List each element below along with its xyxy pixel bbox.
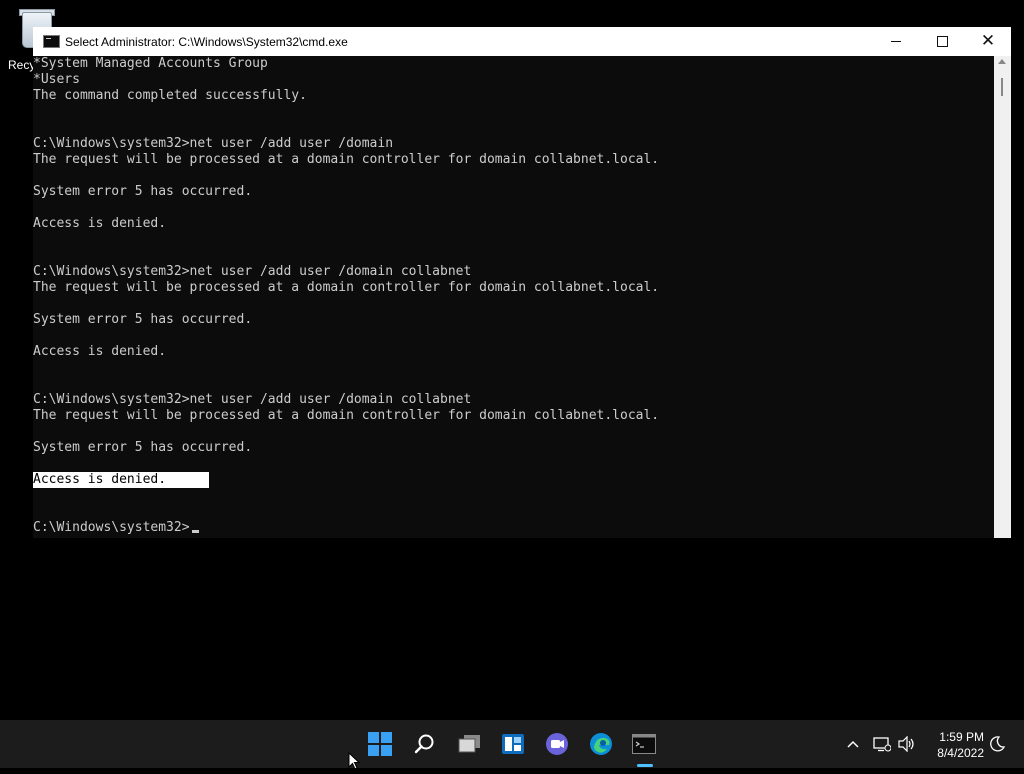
console-line: The request will be processed at a domai…	[33, 408, 994, 424]
console-line-text: C:\Windows\system32>net user /add user /…	[33, 392, 472, 407]
console-line: System error 5 has occurred.	[33, 184, 994, 200]
widgets-icon[interactable]	[501, 732, 525, 756]
window-title: Select Administrator: C:\Windows\System3…	[65, 34, 348, 49]
console-line: The request will be processed at a domai…	[33, 280, 994, 296]
text-cursor	[191, 530, 199, 533]
mouse-cursor-icon	[348, 751, 361, 774]
console-line-text: The request will be processed at a domai…	[33, 408, 660, 423]
search-icon[interactable]	[413, 732, 437, 756]
minimize-button[interactable]	[873, 27, 919, 56]
console-line-text: The command completed successfully.	[33, 88, 307, 103]
console-line: *System Managed Accounts Group	[33, 56, 994, 72]
close-button[interactable]: ✕	[965, 27, 1011, 56]
console-line-text: *System Managed Accounts Group	[33, 56, 268, 71]
console-line-text: The request will be processed at a domai…	[33, 152, 660, 167]
console-line-text: C:\Windows\system32>	[33, 520, 190, 535]
console-line-text: C:\Windows\system32>net user /add user /…	[33, 136, 394, 151]
console-line: System error 5 has occurred.	[33, 312, 994, 328]
start-icon[interactable]	[368, 732, 392, 756]
console-line: C:\Windows\system32>net user /add user /…	[33, 264, 994, 280]
focus-assist-icon[interactable]	[989, 720, 1005, 768]
console-line-text: System error 5 has occurred.	[33, 440, 253, 455]
minimize-icon	[891, 41, 901, 42]
volume-icon[interactable]	[898, 720, 916, 768]
scroll-up-arrow-icon[interactable]	[998, 59, 1006, 64]
console-line-text: Access is denied.	[33, 216, 167, 231]
console-line-text: System error 5 has occurred.	[33, 184, 253, 199]
close-icon: ✕	[980, 31, 996, 51]
network-icon[interactable]	[873, 720, 891, 768]
system-clock[interactable]: 1:59 PM 8/4/2022	[918, 729, 984, 761]
console-line: Access is denied.	[33, 216, 994, 232]
chat-icon[interactable]	[545, 732, 569, 756]
task-view-icon[interactable]	[458, 732, 482, 756]
clock-date: 8/4/2022	[937, 746, 984, 760]
console-line: C:\Windows\system32>	[33, 520, 994, 536]
recycle-bin-label: Recy	[8, 58, 36, 72]
console-line: System error 5 has occurred.	[33, 440, 994, 456]
chevron-up-icon[interactable]	[846, 720, 860, 768]
title-bar[interactable]: Select Administrator: C:\Windows\System3…	[33, 27, 1011, 56]
cmd-app-icon[interactable]	[43, 35, 60, 48]
maximize-button[interactable]	[919, 27, 965, 56]
console-line-text: The request will be processed at a domai…	[33, 280, 660, 295]
console-line-text: System error 5 has occurred.	[33, 312, 253, 327]
console-line-text: C:\Windows\system32>net user /add user /…	[33, 264, 472, 279]
edge-icon[interactable]	[589, 732, 613, 756]
console-line: Access is denied.	[33, 344, 994, 360]
console-line: C:\Windows\system32>net user /add user /…	[33, 392, 994, 408]
console-line: Access is denied.	[33, 472, 994, 488]
console-line: The request will be processed at a domai…	[33, 152, 994, 168]
console-line-text: Access is denied.	[33, 344, 167, 359]
console-line-text: *Users	[33, 72, 80, 87]
console-line: *Users	[33, 72, 994, 88]
active-app-indicator	[637, 764, 653, 767]
console-line: The command completed successfully.	[33, 88, 994, 104]
vertical-scrollbar[interactable]	[994, 56, 1011, 538]
taskbar: 1:59 PM 8/4/2022	[0, 720, 1024, 768]
console-output[interactable]: *System Managed Accounts Group *Users The …	[33, 56, 994, 538]
maximize-icon	[936, 36, 948, 47]
scroll-thumb[interactable]	[1001, 78, 1003, 96]
cmd-window[interactable]: Select Administrator: C:\Windows\System3…	[33, 27, 1011, 538]
clock-time: 1:59 PM	[939, 730, 984, 744]
console-line: C:\Windows\system32>net user /add user /…	[33, 136, 994, 152]
selected-text: Access is denied.	[33, 472, 209, 488]
terminal-icon[interactable]	[632, 732, 656, 756]
